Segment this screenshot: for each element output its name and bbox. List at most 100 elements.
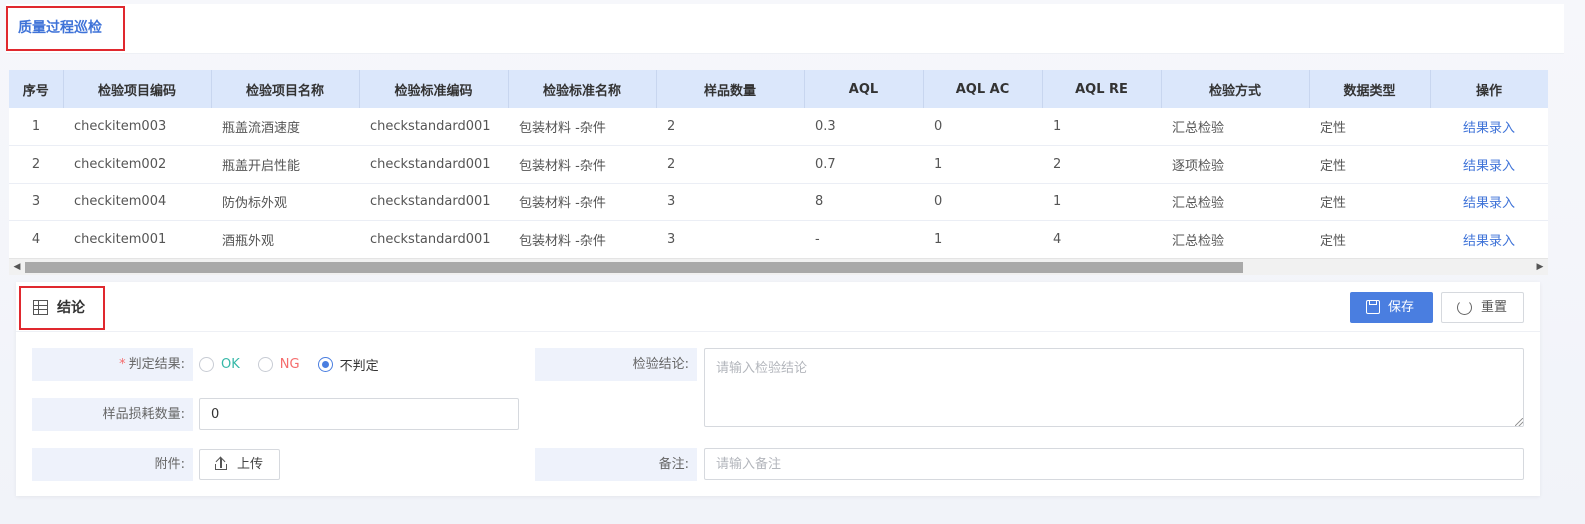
radio-ok-label: OK <box>221 356 240 372</box>
result-entry-link[interactable]: 结果录入 <box>1463 196 1515 211</box>
radio-ok-circle[interactable] <box>199 356 214 372</box>
cell-action: 结果录入 <box>1430 108 1548 146</box>
cell-aql-re: 1 <box>1042 108 1161 146</box>
cell-std-code: checkstandard001 <box>359 183 508 221</box>
cell-aql-re: 4 <box>1042 220 1161 258</box>
col-header-data-type: 数据类型 <box>1309 70 1431 108</box>
cell-sample-qty: 3 <box>656 183 804 221</box>
cell-aql: 8 <box>804 183 923 221</box>
required-mark: * <box>119 357 126 372</box>
cell-item-code: checkitem001 <box>63 220 211 258</box>
cell-action: 结果录入 <box>1430 183 1548 221</box>
cell-aql-ac: 0 <box>923 108 1042 146</box>
cell-action: 结果录入 <box>1430 220 1548 258</box>
save-button-label: 保存 <box>1388 300 1415 315</box>
radio-ok[interactable]: OK <box>199 356 240 372</box>
cell-index: 4 <box>9 220 63 258</box>
table-row: 4 checkitem001 酒瓶外观 checkstandard001 包装材料 -杂… <box>9 220 1548 258</box>
cell-index: 3 <box>9 183 63 221</box>
cell-std-name: 包装材料 -杂件 <box>508 108 656 146</box>
cell-method: 汇总检验 <box>1161 108 1309 146</box>
radio-ng-circle[interactable] <box>257 356 273 372</box>
col-header-aql-re: AQL RE <box>1042 70 1162 108</box>
resize-handle-icon[interactable] <box>1515 418 1523 426</box>
cell-std-name: 包装材料 -杂件 <box>508 183 656 221</box>
table-icon <box>33 300 48 315</box>
cell-aql: - <box>804 220 923 258</box>
inspection-table: 序号 检验项目编码 检验项目名称 检验标准编码 检验标准名称 样品数量 AQL … <box>9 70 1548 258</box>
radio-ng[interactable]: NG <box>257 356 300 372</box>
col-header-aql: AQL <box>804 70 924 108</box>
scroll-left-icon[interactable]: ◀ <box>11 261 23 273</box>
table-row: 1 checkitem003 瓶盖流酒速度 checkstandard001 包装材料 … <box>9 108 1548 146</box>
remark-label: 备注: <box>535 448 697 481</box>
judge-result-label: * 判定结果: <box>32 348 193 381</box>
cell-item-code: checkitem002 <box>63 145 211 184</box>
col-header-index: 序号 <box>9 70 64 108</box>
conclusion-panel: 结论 保存 重置 *判定结果: OK NG 不判定 样品损耗数量: 附件: 上传… <box>16 282 1540 496</box>
cell-aql-ac: 1 <box>923 145 1042 184</box>
cell-aql: 0.3 <box>804 108 923 146</box>
col-header-sample-qty: 样品数量 <box>656 70 805 108</box>
scroll-thumb[interactable] <box>25 262 1243 273</box>
col-header-aql-ac: AQL AC <box>923 70 1043 108</box>
cell-item-name: 防伪标外观 <box>211 183 359 221</box>
inspect-conclusion-textarea[interactable] <box>704 348 1524 427</box>
cell-data-type: 定性 <box>1309 145 1430 184</box>
result-entry-link[interactable]: 结果录入 <box>1463 121 1515 136</box>
col-header-std-code: 检验标准编码 <box>359 70 509 108</box>
cell-sample-qty: 2 <box>656 145 804 184</box>
cell-aql-ac: 0 <box>923 183 1042 221</box>
table-header-row: 序号 检验项目编码 检验项目名称 检验标准编码 检验标准名称 样品数量 AQL … <box>9 70 1548 108</box>
cell-index: 2 <box>9 145 63 184</box>
col-header-item-name: 检验项目名称 <box>211 70 360 108</box>
radio-none-circle[interactable] <box>317 356 333 372</box>
col-header-action: 操作 <box>1430 70 1548 108</box>
attachment-label: 附件: <box>32 448 193 481</box>
radio-none[interactable]: 不判定 <box>317 355 379 374</box>
cell-sample-qty: 2 <box>656 108 804 146</box>
cell-data-type: 定性 <box>1309 108 1430 146</box>
judge-result-radio-group: OK NG 不判定 <box>199 354 397 374</box>
col-header-item-code: 检验项目编码 <box>63 70 212 108</box>
cell-std-code: checkstandard001 <box>359 145 508 184</box>
refresh-icon <box>1457 300 1472 315</box>
cell-data-type: 定性 <box>1309 183 1430 221</box>
conclusion-title-text: 结论 <box>57 300 85 316</box>
cell-std-code: checkstandard001 <box>359 108 508 146</box>
col-header-std-name: 检验标准名称 <box>508 70 657 108</box>
cell-method: 汇总检验 <box>1161 183 1309 221</box>
reset-button[interactable]: 重置 <box>1441 292 1524 323</box>
conclusion-title: 结论 <box>19 286 105 330</box>
cell-data-type: 定性 <box>1309 220 1430 258</box>
cell-item-code: checkitem004 <box>63 183 211 221</box>
cell-sample-qty: 3 <box>656 220 804 258</box>
judge-result-label-text: 判定结果: <box>128 357 185 372</box>
cell-aql: 0.7 <box>804 145 923 184</box>
cell-aql-ac: 1 <box>923 220 1042 258</box>
inspect-conclusion-label: 检验结论: <box>535 348 697 381</box>
radio-none-label: 不判定 <box>339 358 379 374</box>
reset-button-label: 重置 <box>1481 300 1508 315</box>
remark-input[interactable] <box>704 448 1524 480</box>
cell-std-name: 包装材料 -杂件 <box>508 145 656 184</box>
table-row: 2 checkitem002 瓶盖开启性能 checkstandard001 包装材料 … <box>9 145 1548 184</box>
sample-loss-input[interactable] <box>199 398 519 430</box>
cell-aql-re: 1 <box>1042 183 1161 221</box>
sample-loss-label: 样品损耗数量: <box>32 398 193 431</box>
save-icon <box>1366 300 1380 314</box>
upload-button[interactable]: 上传 <box>199 449 280 480</box>
cell-std-code: checkstandard001 <box>359 220 508 258</box>
horizontal-scrollbar[interactable]: ◀ ▶ <box>9 258 1548 275</box>
result-entry-link[interactable]: 结果录入 <box>1463 159 1515 174</box>
scroll-right-icon[interactable]: ▶ <box>1534 261 1546 273</box>
result-entry-link[interactable]: 结果录入 <box>1463 234 1515 249</box>
upload-button-label: 上传 <box>237 457 264 472</box>
save-button[interactable]: 保存 <box>1350 292 1433 323</box>
upload-arrow-icon <box>220 458 222 468</box>
cell-item-code: checkitem003 <box>63 108 211 146</box>
page-title: 质量过程巡检 <box>6 6 125 51</box>
cell-index: 1 <box>9 108 63 146</box>
cell-std-name: 包装材料 -杂件 <box>508 220 656 258</box>
cell-item-name: 酒瓶外观 <box>211 220 359 258</box>
